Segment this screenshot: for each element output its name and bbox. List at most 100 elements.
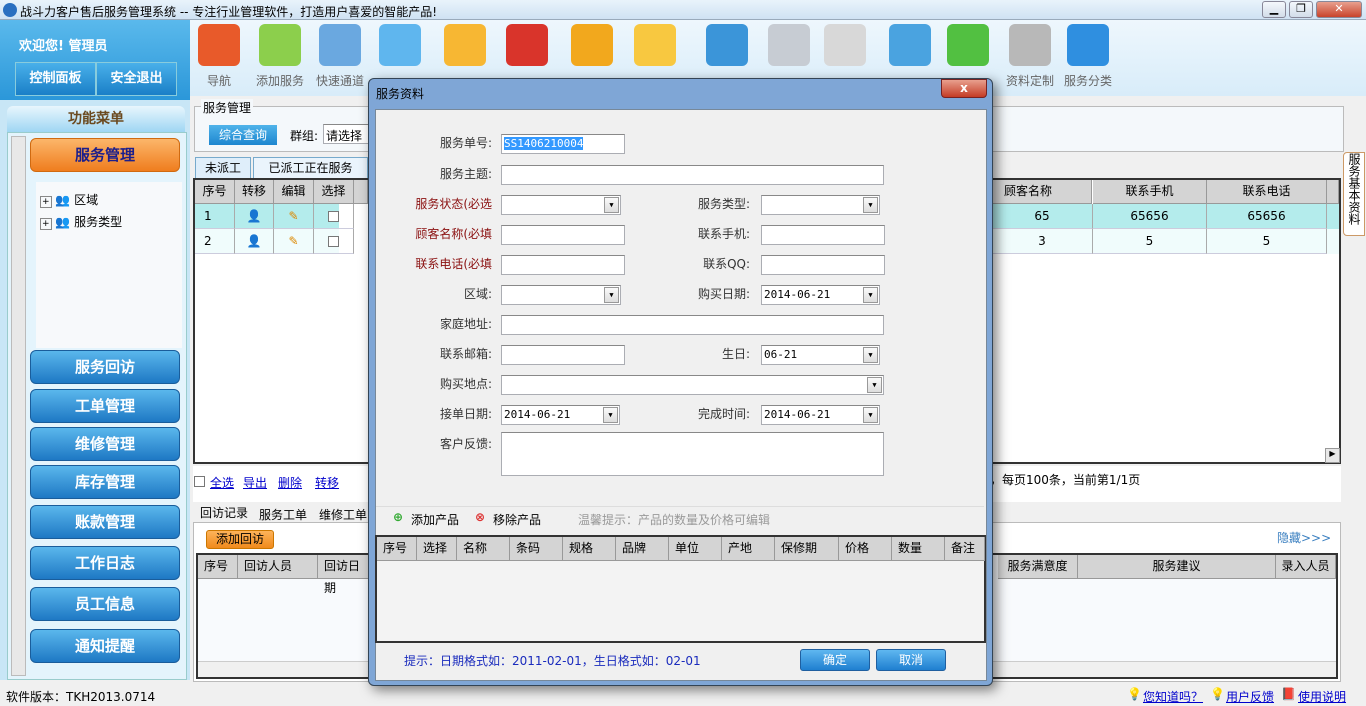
logout-button[interactable]: 安全退出	[96, 62, 177, 96]
maximize-button[interactable]: ❐	[1289, 1, 1313, 18]
side-tab-basic-info[interactable]: 服务基本资料	[1343, 152, 1365, 236]
subject-input[interactable]	[501, 165, 884, 185]
toolbar-button-8[interactable]	[697, 24, 757, 72]
toolbar-button-13[interactable]: 资料定制	[1000, 24, 1060, 89]
column-header[interactable]: 条码	[510, 537, 563, 561]
column-header[interactable]: 录入人员	[1276, 555, 1336, 579]
column-header[interactable]: 保修期	[775, 537, 839, 561]
close-button[interactable]: ✕	[1316, 1, 1362, 18]
menu-service-management[interactable]: 服务管理	[30, 138, 180, 172]
delete-link[interactable]: 删除	[278, 474, 302, 491]
menu-inventory[interactable]: 库存管理	[30, 465, 180, 499]
menu-work-log[interactable]: 工作日志	[30, 546, 180, 580]
toolbar-button-6[interactable]	[562, 24, 622, 72]
tree-item-service-type[interactable]: + 👥 服务类型	[40, 213, 122, 230]
edit-icon[interactable]: ✎	[274, 229, 314, 254]
toolbar-button-3[interactable]	[370, 24, 430, 72]
state-select[interactable]: ▼	[501, 195, 621, 215]
column-header[interactable]: 价格	[839, 537, 892, 561]
tab-in-service[interactable]: 已派工正在服务	[253, 157, 368, 179]
type-select[interactable]: ▼	[761, 195, 880, 215]
column-header[interactable]: 回访人员	[238, 555, 318, 579]
cancel-button[interactable]: 取消	[876, 649, 946, 671]
row-checkbox[interactable]	[314, 229, 354, 254]
add-visit-button[interactable]: 添加回访	[206, 530, 274, 549]
column-header[interactable]: 转移	[235, 180, 274, 204]
select-all-link[interactable]: 全选	[210, 474, 234, 491]
menu-repair[interactable]: 维修管理	[30, 427, 180, 461]
area-select[interactable]: ▼	[501, 285, 621, 305]
feedback-link[interactable]: 用户反馈	[1226, 688, 1274, 705]
column-header[interactable]: 联系电话	[1207, 180, 1327, 204]
column-header[interactable]: 名称	[457, 537, 510, 561]
column-header[interactable]: 编辑	[274, 180, 314, 204]
toolbar-button-2[interactable]: 快速通道	[310, 24, 370, 89]
column-header[interactable]: 产地	[722, 537, 775, 561]
column-header[interactable]: 服务建议	[1078, 555, 1276, 579]
scroll-right-arrow[interactable]: ▶	[1325, 448, 1340, 463]
toolbar-button-12[interactable]	[938, 24, 998, 72]
control-panel-button[interactable]: 控制面板	[15, 62, 96, 96]
toolbar-button-0[interactable]: 导航	[189, 24, 249, 89]
column-header[interactable]: 单位	[669, 537, 722, 561]
toolbar-button-1[interactable]: 添加服务	[250, 24, 310, 89]
mobile-input[interactable]	[761, 225, 885, 245]
menu-notify[interactable]: 通知提醒	[30, 629, 180, 663]
toolbar-button-5[interactable]	[497, 24, 557, 72]
order-date-picker[interactable]: 2014-06-21 ▼	[501, 405, 620, 425]
column-header[interactable]: 备注	[945, 537, 985, 561]
birthday-picker[interactable]: 06-21 ▼	[761, 345, 880, 365]
address-input[interactable]	[501, 315, 884, 335]
column-header[interactable]: 选择	[417, 537, 457, 561]
menu-scrollbar[interactable]	[11, 136, 26, 676]
buy-date-picker[interactable]: 2014-06-21 ▼	[761, 285, 880, 305]
column-header[interactable]: 序号	[195, 180, 235, 204]
row-checkbox[interactable]	[314, 204, 354, 229]
column-header[interactable]: 选择	[314, 180, 354, 204]
dialog-close-button[interactable]: x	[941, 79, 987, 98]
menu-staff[interactable]: 员工信息	[30, 587, 180, 621]
hide-link[interactable]: 隐藏>>>	[1277, 529, 1331, 546]
column-header[interactable]: 服务满意度	[998, 555, 1078, 579]
ok-button[interactable]: 确定	[800, 649, 870, 671]
column-header[interactable]: 数量	[892, 537, 945, 561]
toolbar-button-14[interactable]: 服务分类	[1058, 24, 1118, 89]
phone-input[interactable]	[501, 255, 625, 275]
tab-repair-orders[interactable]: 维修工单	[319, 506, 367, 523]
column-header[interactable]: 品牌	[616, 537, 669, 561]
toolbar-button-4[interactable]	[435, 24, 495, 72]
toolbar-button-9[interactable]	[759, 24, 819, 72]
column-header[interactable]: 联系手机	[1093, 180, 1207, 204]
did-you-know-link[interactable]: 您知道吗？	[1143, 688, 1203, 705]
minimize-button[interactable]: ▁	[1262, 1, 1286, 18]
tab-service-orders[interactable]: 服务工单	[259, 506, 307, 523]
customer-input[interactable]	[501, 225, 625, 245]
menu-work-order[interactable]: 工单管理	[30, 389, 180, 423]
column-header[interactable]: 序号	[198, 555, 238, 579]
menu-service-visit[interactable]: 服务回访	[30, 350, 180, 384]
column-header[interactable]: 回访日期	[318, 555, 370, 595]
tree-item-area[interactable]: + 👥 区域	[40, 191, 98, 208]
remove-product-button[interactable]: 移除产品	[493, 511, 541, 528]
export-link[interactable]: 导出	[243, 474, 267, 491]
edit-icon[interactable]: ✎	[274, 204, 314, 229]
column-header[interactable]: 规格	[563, 537, 616, 561]
transfer-user-icon[interactable]: 👤	[235, 204, 274, 229]
tab-unassigned[interactable]: 未派工	[195, 157, 251, 179]
buy-place-select[interactable]: ▼	[501, 375, 884, 395]
email-input[interactable]	[501, 345, 625, 365]
manual-link[interactable]: 使用说明	[1298, 688, 1346, 705]
toolbar-button-10[interactable]	[815, 24, 875, 72]
toolbar-button-7[interactable]	[625, 24, 685, 72]
add-product-button[interactable]: 添加产品	[411, 511, 459, 528]
toolbar-button-11[interactable]	[880, 24, 940, 72]
service-no-input[interactable]: SS1406210004	[501, 134, 625, 154]
tab-visit-records[interactable]: 回访记录	[200, 504, 248, 521]
column-header[interactable]: 序号	[377, 537, 417, 561]
select-all-checkbox[interactable]	[194, 476, 205, 487]
transfer-link[interactable]: 转移	[315, 474, 339, 491]
query-button[interactable]: 综合查询	[209, 125, 277, 145]
qq-input[interactable]	[761, 255, 885, 275]
transfer-user-icon[interactable]: 👤	[235, 229, 274, 254]
column-header[interactable]: 顾客名称	[992, 180, 1092, 204]
